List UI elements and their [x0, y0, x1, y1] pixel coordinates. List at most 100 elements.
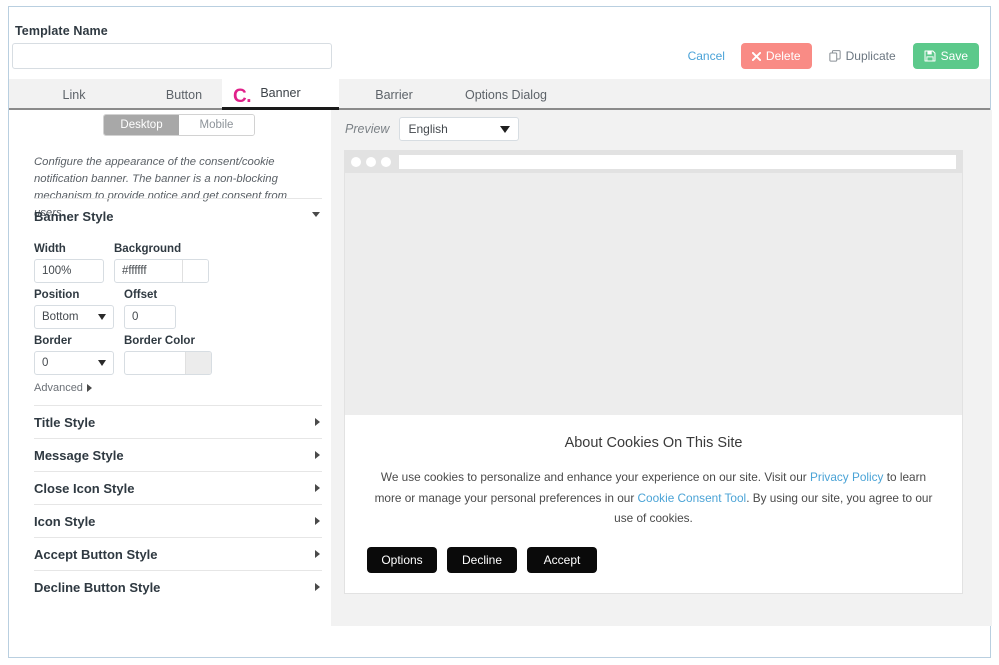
section-message-style-label: Message Style	[34, 447, 124, 463]
background-label: Background	[114, 243, 182, 255]
section-close-icon-style-label: Close Icon Style	[34, 480, 135, 496]
chevron-right-icon	[315, 517, 320, 525]
width-label: Width	[34, 243, 66, 255]
section-decline-button-style-label: Decline Button Style	[34, 579, 161, 595]
header: Template Name Cancel Delete Duplicate Sa…	[9, 7, 990, 79]
chevron-right-icon	[315, 451, 320, 459]
chevron-down-icon	[500, 125, 511, 133]
field-row-position-offset: Position Bottom Offset	[34, 289, 176, 329]
cookie-message-part-1: We use cookies to personalize and enhanc…	[380, 470, 811, 485]
field-offset: Offset	[124, 289, 176, 329]
border-color-field	[124, 351, 212, 375]
chevron-right-icon	[315, 550, 320, 558]
cookie-options-button[interactable]: Options	[367, 547, 437, 573]
template-name-label: Template Name	[15, 24, 108, 38]
traffic-light-icon	[366, 157, 376, 167]
traffic-light-icon	[351, 157, 361, 167]
tab-barrier[interactable]: Barrier	[339, 79, 449, 110]
device-toggle-desktop[interactable]: Desktop	[104, 115, 179, 135]
section-title-style-label: Title Style	[34, 414, 96, 430]
cookie-banner-message: We use cookies to personalize and enhanc…	[374, 467, 934, 529]
section-title-style[interactable]: Title Style	[34, 405, 322, 438]
cookie-banner-title: About Cookies On This Site	[564, 435, 743, 452]
body: Desktop Mobile Configure the appearance …	[9, 110, 992, 626]
border-label: Border	[34, 335, 72, 347]
chevron-right-icon	[315, 484, 320, 492]
browser-mock: About Cookies On This Site We use cookie…	[344, 150, 963, 594]
template-name-input[interactable]	[12, 43, 332, 69]
chevron-down-icon	[312, 212, 320, 217]
browser-chrome-bar	[345, 151, 962, 173]
section-close-icon-style[interactable]: Close Icon Style	[34, 471, 322, 504]
traffic-light-icon	[381, 157, 391, 167]
position-select[interactable]: Bottom	[34, 305, 114, 329]
cancel-button[interactable]: Cancel	[680, 43, 733, 69]
field-background: Background	[114, 243, 209, 283]
device-toggle-mobile[interactable]: Mobile	[179, 115, 254, 135]
section-accept-button-style[interactable]: Accept Button Style	[34, 537, 322, 570]
page-frame: Template Name Cancel Delete Duplicate Sa…	[8, 6, 992, 658]
tab-bar: Link Button Banner Barrier Options Dialo…	[9, 79, 990, 110]
section-decline-button-style[interactable]: Decline Button Style	[34, 570, 322, 603]
field-row-width-background: Width Background	[34, 243, 209, 283]
header-actions: Cancel Delete Duplicate Save	[680, 43, 979, 69]
cookie-consent-tool-link[interactable]: Cookie Consent Tool	[638, 491, 747, 505]
background-color-input[interactable]	[115, 260, 182, 282]
language-select[interactable]: English	[399, 117, 520, 141]
border-color-swatch[interactable]	[185, 352, 211, 374]
browser-address-bar	[399, 155, 956, 169]
tab-options-dialog[interactable]: Options Dialog	[441, 79, 571, 110]
field-position: Position Bottom	[34, 289, 114, 329]
duplicate-button-label: Duplicate	[845, 49, 896, 63]
cookie-accept-button[interactable]: Accept	[527, 547, 597, 573]
field-border: Border 0	[34, 335, 114, 375]
divider-top	[34, 198, 322, 199]
position-label: Position	[34, 289, 80, 301]
border-select[interactable]: 0	[34, 351, 114, 375]
chevron-down-icon	[98, 360, 106, 366]
field-width: Width	[34, 243, 104, 283]
save-button-label: Save	[940, 49, 968, 63]
background-color-field	[114, 259, 209, 283]
advanced-toggle[interactable]: Advanced	[34, 382, 92, 394]
width-input[interactable]	[34, 259, 104, 283]
section-icon-style[interactable]: Icon Style	[34, 504, 322, 537]
section-banner-style-header[interactable]: Banner Style	[34, 208, 322, 226]
preview-label: Preview	[345, 122, 390, 136]
cookie-consent-banner: About Cookies On This Site We use cookie…	[345, 415, 962, 593]
cookie-decline-button[interactable]: Decline	[447, 547, 517, 573]
close-x-icon	[751, 51, 761, 61]
privacy-policy-link[interactable]: Privacy Policy	[810, 470, 883, 484]
cookie-banner-actions: Options Decline Accept	[367, 547, 940, 573]
config-panel: Desktop Mobile Configure the appearance …	[9, 110, 331, 626]
section-message-style[interactable]: Message Style	[34, 438, 322, 471]
background-color-swatch[interactable]	[182, 260, 208, 282]
chevron-right-icon	[315, 583, 320, 591]
chevron-right-icon	[315, 418, 320, 426]
field-border-color: Border Color	[124, 335, 212, 375]
section-accept-button-style-label: Accept Button Style	[34, 546, 158, 562]
preview-header: Preview English	[345, 117, 520, 141]
language-select-value: English	[408, 122, 448, 136]
device-toggle: Desktop Mobile	[103, 114, 255, 136]
save-button[interactable]: Save	[912, 43, 979, 69]
section-banner-style-label: Banner Style	[34, 209, 114, 224]
field-row-border: Border 0 Border Color	[34, 335, 212, 375]
offset-input[interactable]	[124, 305, 176, 329]
preview-panel: Preview English About Cookies On This Si…	[331, 110, 992, 626]
offset-label: Offset	[124, 289, 158, 301]
browser-viewport: About Cookies On This Site We use cookie…	[345, 173, 962, 593]
border-select-value: 0	[42, 357, 49, 369]
duplicate-button[interactable]: Duplicate	[820, 43, 905, 69]
annotation-marker-c: C.	[233, 86, 252, 107]
chevron-down-icon	[98, 314, 106, 320]
delete-button[interactable]: Delete	[740, 43, 812, 69]
chevron-right-icon	[86, 384, 92, 392]
tab-link[interactable]: Link	[19, 79, 129, 110]
floppy-disk-icon	[924, 50, 936, 62]
advanced-label: Advanced	[34, 382, 83, 394]
border-color-input[interactable]	[125, 352, 185, 374]
delete-button-label: Delete	[765, 49, 801, 63]
section-icon-style-label: Icon Style	[34, 513, 96, 529]
position-select-value: Bottom	[42, 311, 79, 323]
